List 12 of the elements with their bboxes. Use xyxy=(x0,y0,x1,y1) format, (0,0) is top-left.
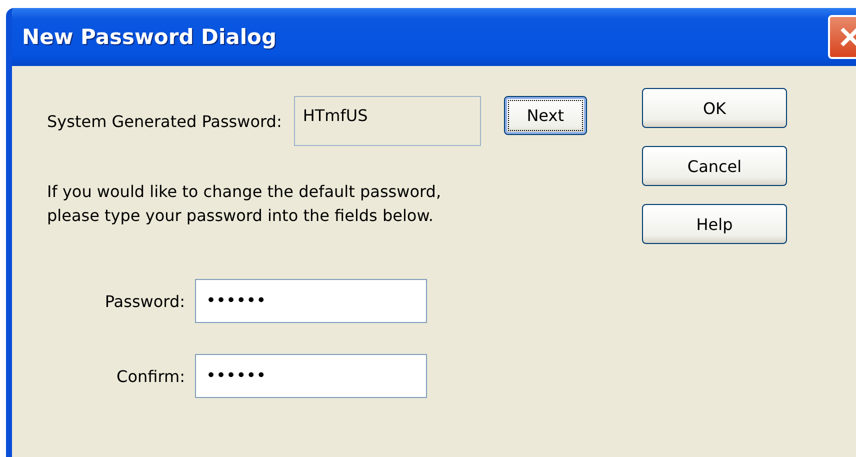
dialog-button[interactable]: OK xyxy=(642,88,787,128)
instructions-text: If you would like to change the default password, please type your password into the fields below. xyxy=(47,181,442,227)
field-label: System Generated Password: xyxy=(47,112,282,130)
dialog-button[interactable]: Cancel xyxy=(642,146,787,186)
password-field[interactable]: •••••• xyxy=(195,354,427,398)
field-label: Password: xyxy=(104,292,185,310)
generated-password-field[interactable]: HTmfUS xyxy=(294,96,481,146)
next-button[interactable]: Next xyxy=(504,96,587,135)
dialog-button[interactable]: Help xyxy=(642,204,787,244)
window-title: New Password Dialog xyxy=(21,25,278,49)
field-label: Confirm: xyxy=(116,366,185,386)
password-field[interactable]: •••••• xyxy=(195,279,427,323)
